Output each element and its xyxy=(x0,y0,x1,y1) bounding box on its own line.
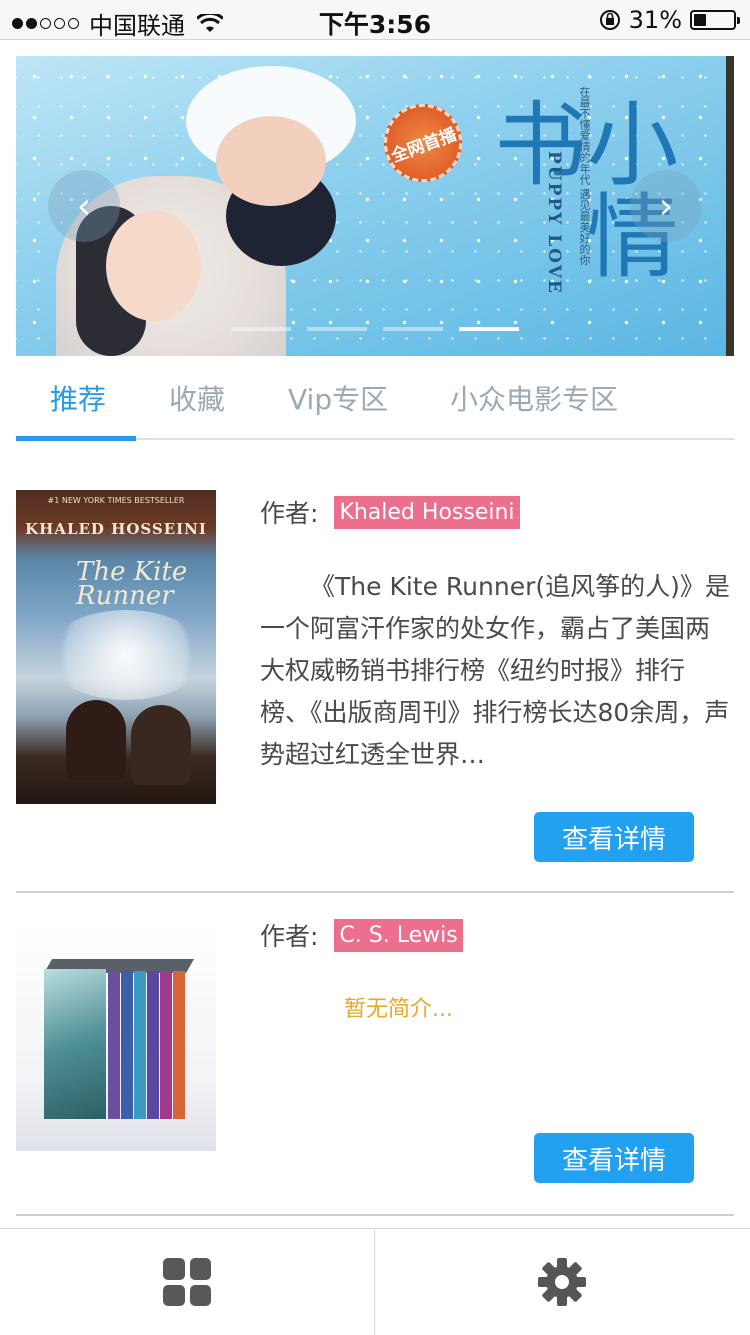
cover-figure xyxy=(131,705,191,785)
book-spine xyxy=(134,971,146,1119)
view-details-button[interactable]: 查看详情 xyxy=(534,812,694,862)
carousel-next-button[interactable]: › xyxy=(630,170,702,242)
gear-icon xyxy=(538,1258,586,1306)
author-row: 作者: C. S. Lewis xyxy=(260,917,463,953)
book-spine xyxy=(147,971,159,1119)
cover-figure xyxy=(66,700,126,780)
tab-favorites[interactable]: 收藏 xyxy=(169,378,225,418)
book-description-empty: 暂无简介... xyxy=(344,997,453,1022)
author-tag: Khaled Hosseini xyxy=(334,495,520,529)
carousel-indicator[interactable] xyxy=(231,327,291,331)
banner-tagline: 在最不懂爱情的年代 遇见最美好的你 xyxy=(578,86,591,266)
desc-text: 《The Kite Runner(追风筝的人)》是一个阿富汗作家的处女作，霸占了… xyxy=(260,572,730,769)
banner-figure-girl-face xyxy=(106,211,201,321)
tab-vip[interactable]: Vip专区 xyxy=(288,378,388,418)
status-right: 31% xyxy=(599,6,740,34)
cover-author-text: KHALED HOSSEINI xyxy=(25,520,207,538)
carousel-indicator[interactable] xyxy=(383,327,443,331)
category-tabs: 推荐 收藏 Vip专区 小众电影专区 xyxy=(16,360,734,441)
book-cover-kite-runner[interactable]: #1 NEW YORK TIMES BESTSELLER KHALED HOSS… xyxy=(16,490,216,804)
book-spine xyxy=(121,971,133,1119)
tab-recommend[interactable]: 推荐 xyxy=(50,378,106,418)
battery-icon xyxy=(690,10,740,30)
book-spine xyxy=(108,971,120,1119)
banner-subtitle: PUPPY LOVE xyxy=(544,151,564,295)
battery-percent: 31% xyxy=(628,6,682,34)
view-details-button[interactable]: 查看详情 xyxy=(534,1133,694,1183)
carousel-indicators xyxy=(231,327,519,331)
banner-figure-boy-face xyxy=(216,116,326,206)
status-bar: 中国联通 下午3:56 31% xyxy=(0,0,750,40)
cover-title-text: The Kite Runner xyxy=(76,557,188,611)
author-row: 作者: Khaled Hosseini xyxy=(260,494,520,530)
author-label: 作者: xyxy=(260,922,319,951)
book-description: 《The Kite Runner(追风筝的人)》是一个阿富汗作家的处女作，霸占了… xyxy=(260,566,730,776)
cover-cloud xyxy=(46,610,206,700)
author-label: 作者: xyxy=(260,499,319,528)
apps-button[interactable] xyxy=(0,1229,374,1335)
grid-icon xyxy=(163,1258,211,1306)
carousel-prev-button[interactable]: ‹ xyxy=(48,170,120,242)
orientation-lock-icon xyxy=(599,10,620,30)
banner-carousel[interactable]: 全网首播 小情书 PUPPY LOVE 在最不懂爱情的年代 遇见最美好的你 ‹ … xyxy=(16,56,734,356)
box-front xyxy=(44,969,106,1119)
settings-button[interactable] xyxy=(375,1229,749,1335)
book-spine xyxy=(160,971,172,1119)
book-list-item: 作者: C. S. Lewis 暂无简介... 查看详情 xyxy=(16,893,734,1216)
box-set-image xyxy=(44,959,195,1119)
active-tab-indicator xyxy=(16,436,136,441)
book-spine xyxy=(173,971,185,1119)
author-tag: C. S. Lewis xyxy=(334,918,463,952)
cover-bestseller-text: #1 NEW YORK TIMES BESTSELLER xyxy=(47,496,185,505)
carousel-indicator[interactable] xyxy=(307,327,367,331)
book-list-item: #1 NEW YORK TIMES BESTSELLER KHALED HOSS… xyxy=(16,468,734,893)
carousel-indicator[interactable] xyxy=(459,327,519,331)
bottom-toolbar xyxy=(0,1228,750,1335)
tab-indie-movies[interactable]: 小众电影专区 xyxy=(450,378,618,418)
book-cover-narnia[interactable] xyxy=(16,923,216,1151)
banner-next-slide-peek xyxy=(726,56,734,356)
